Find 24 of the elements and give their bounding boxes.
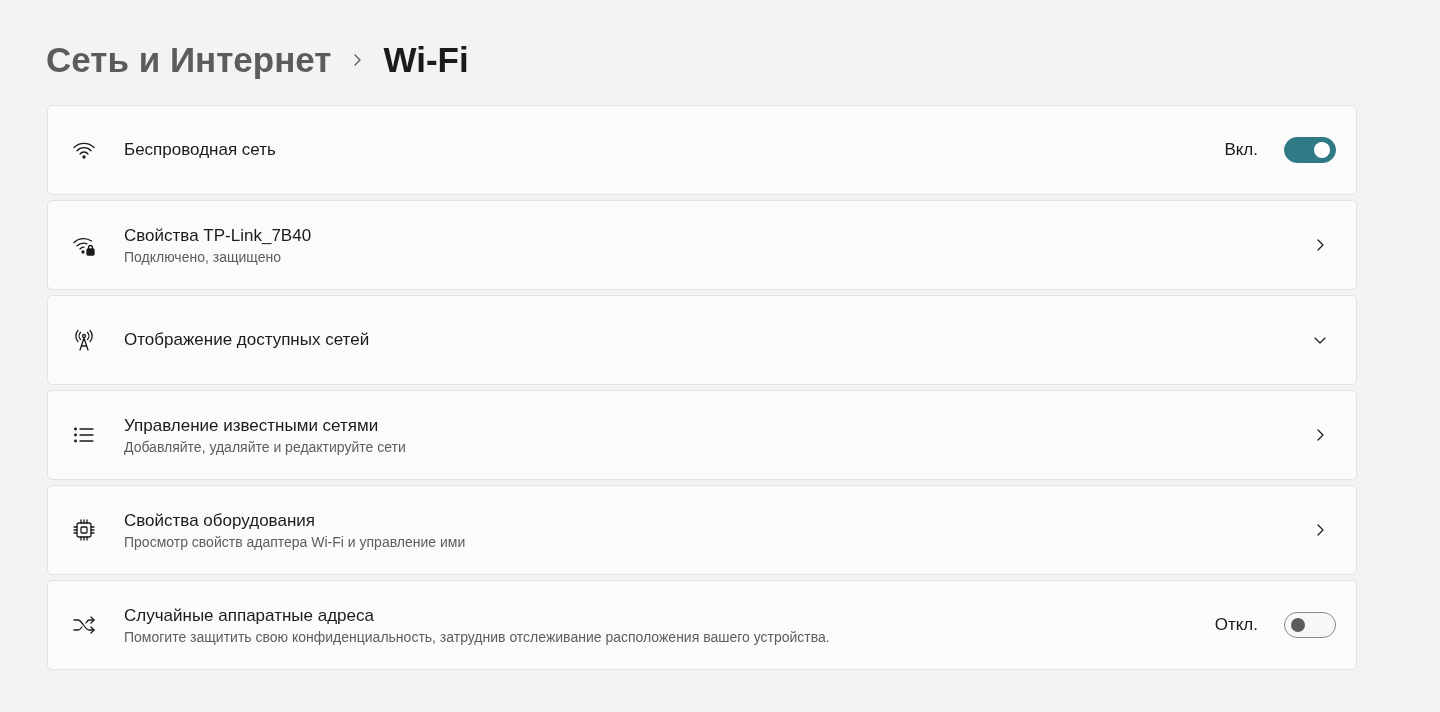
row-title: Свойства оборудования [124,510,316,531]
antenna-icon [72,328,96,352]
page-title: Wi-Fi [383,40,469,80]
settings-row[interactable]: Свойства TP-Link_7B40 Подключено, защищено [47,200,1357,290]
toggle-state-label: Вкл. [1224,140,1258,160]
toggle-state-label: Откл. [1214,615,1258,635]
row-description: Подключено, защищено [124,248,282,265]
row-title: Беспроводная сеть [124,140,277,160]
toggle-switch[interactable] [1284,137,1336,163]
row-description: Помогите защитить свою конфиденциальность, затруднив отслеживание расположения вашего устройства. [124,628,831,645]
settings-row[interactable]: Случайные аппаратные адреса Помогите защитить свою конфиденциальность, затруднив отслеживание расположения вашего устройства. Откл. [47,580,1357,670]
row-description: Просмотр свойств адаптера Wi-Fi и управление ими [124,533,467,550]
settings-row[interactable]: Свойства оборудования Просмотр свойств адаптера Wi-Fi и управление ими [47,485,1357,575]
row-description: Добавляйте, удаляйте и редактируйте сети [124,438,407,455]
chip-icon [72,518,96,542]
row-title: Случайные аппаратные адреса [124,605,375,626]
settings-row[interactable]: Управление известными сетями Добавляйте, удаляйте и редактируйте сети [47,390,1357,480]
breadcrumb-link[interactable]: Сеть и Интернет [46,40,332,80]
row-title: Отображение доступных сетей [124,330,371,350]
toggle-switch[interactable] [1284,612,1336,638]
row-title: Управление известными сетями [124,415,380,436]
settings-row[interactable]: Беспроводная сеть Вкл. [47,105,1357,195]
row-title: Свойства TP-Link_7B40 [124,225,313,246]
settings-row[interactable]: Отображение доступных сетей [47,295,1357,385]
